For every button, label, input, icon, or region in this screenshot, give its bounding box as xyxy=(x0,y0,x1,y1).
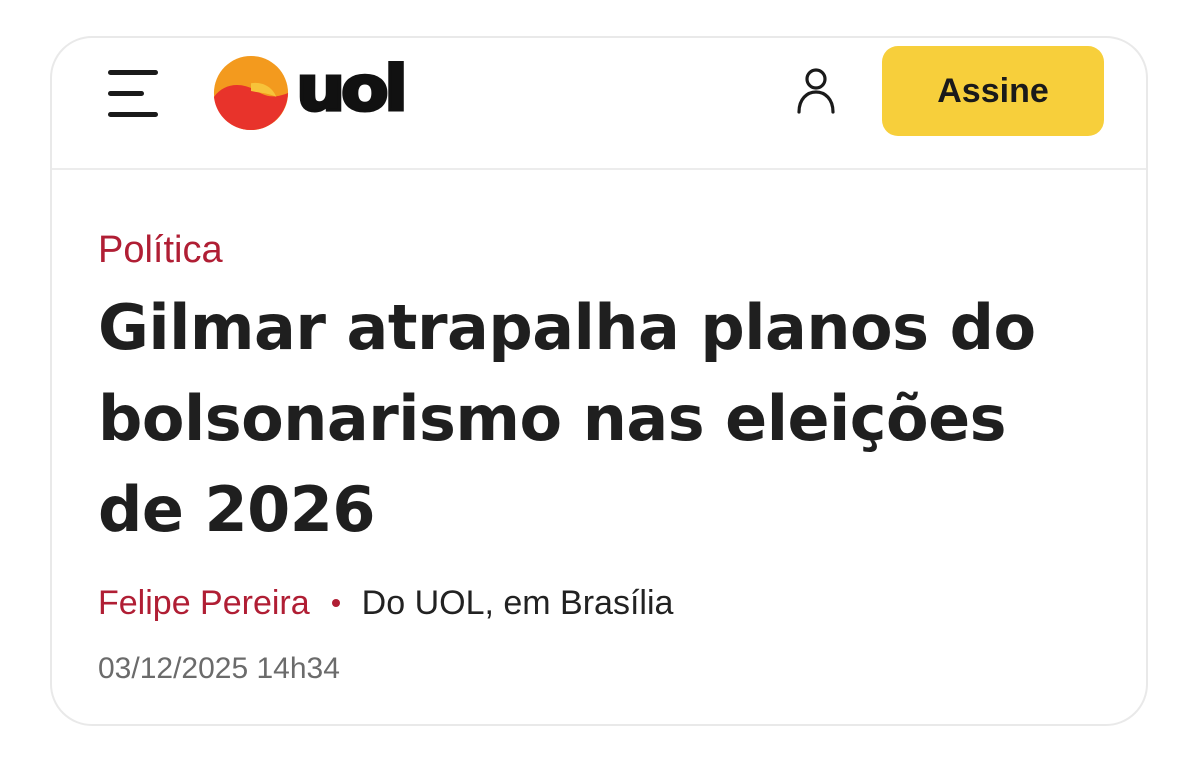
uol-logo-text: uol xyxy=(294,52,409,125)
author-link[interactable]: Felipe Pereira xyxy=(98,583,310,623)
category-link[interactable]: Política xyxy=(98,228,1098,272)
byline: Felipe Pereira Do UOL, em Brasília xyxy=(98,583,1098,623)
uol-sun-icon xyxy=(213,55,289,131)
article-content: Política Gilmar atrapalha planos do bols… xyxy=(98,228,1098,687)
publish-timestamp: 03/12/2025 14h34 xyxy=(98,652,340,685)
separator-dot xyxy=(331,599,340,607)
user-icon[interactable] xyxy=(794,66,838,114)
article-headline: Gilmar atrapalha planos do bolsonarismo … xyxy=(98,291,1036,546)
subscribe-button[interactable]: Assine xyxy=(882,46,1104,136)
site-header: uol Assine xyxy=(52,38,1146,170)
menu-icon[interactable] xyxy=(108,70,160,120)
article-origin: Do UOL, em Brasília xyxy=(361,584,674,622)
article-card: uol Assine Política Gilmar atrapalha pla… xyxy=(50,36,1148,726)
uol-logo[interactable]: uol xyxy=(212,48,410,138)
